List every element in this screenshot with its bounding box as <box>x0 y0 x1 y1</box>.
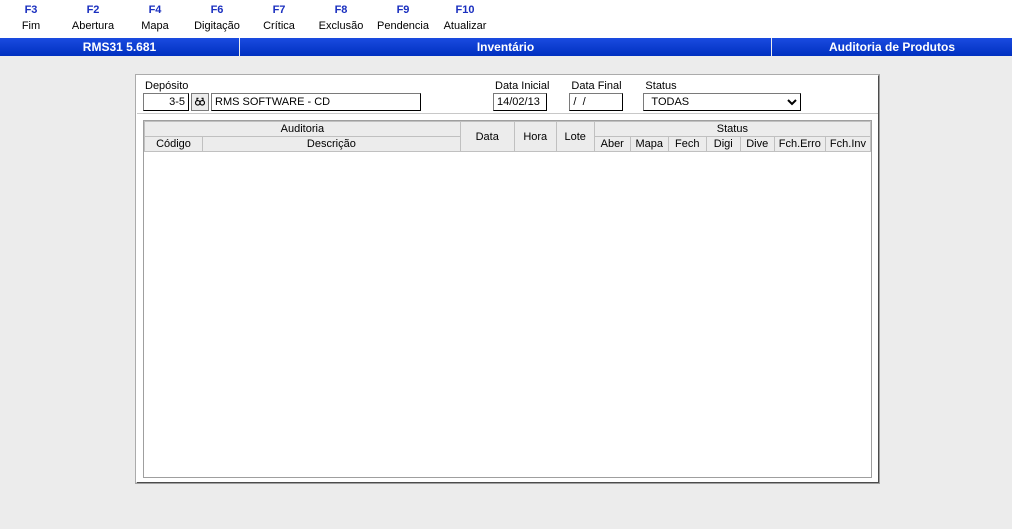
module-title: Inventário <box>240 38 772 56</box>
fkey-exclusao[interactable]: F8 Exclusão <box>310 4 372 32</box>
fkey-code: F3 <box>25 4 38 16</box>
grid-body[interactable] <box>144 152 871 476</box>
screen-title: Auditoria de Produtos <box>772 38 1012 56</box>
col-digi: Digi <box>706 137 740 152</box>
fkey-label: Crítica <box>263 20 295 32</box>
filters-row: Depósito Data Inicial Data Final Statu <box>137 76 878 114</box>
fkey-digitacao[interactable]: F6 Digitação <box>186 4 248 32</box>
deposito-label: Depósito <box>143 80 443 92</box>
fkey-code: F6 <box>211 4 224 16</box>
col-group-auditoria: Auditoria <box>145 122 461 137</box>
fkey-code: F4 <box>149 4 162 16</box>
panel: Depósito Data Inicial Data Final Statu <box>135 74 880 484</box>
fkey-label: Pendencia <box>377 20 429 32</box>
col-fech: Fech <box>668 137 706 152</box>
fkey-code: F9 <box>397 4 410 16</box>
header-bar: RMS31 5.681 Inventário Auditoria de Prod… <box>0 38 1012 56</box>
fkey-code: F2 <box>87 4 100 16</box>
deposito-code-input[interactable] <box>143 93 189 111</box>
col-aber: Aber <box>594 137 630 152</box>
fkey-atualizar[interactable]: F10 Atualizar <box>434 4 496 32</box>
app-version: RMS31 5.681 <box>0 38 240 56</box>
col-data: Data <box>460 122 514 152</box>
col-descricao: Descrição <box>203 137 461 152</box>
fkey-code: F8 <box>335 4 348 16</box>
col-dive: Dive <box>740 137 774 152</box>
fkey-label: Digitação <box>194 20 240 32</box>
fkey-pendencia[interactable]: F9 Pendencia <box>372 4 434 32</box>
fkey-abertura[interactable]: F2 Abertura <box>62 4 124 32</box>
status-select[interactable]: TODAS <box>643 93 801 111</box>
status-label: Status <box>643 80 801 92</box>
col-lote: Lote <box>556 122 594 152</box>
main-area: Depósito Data Inicial Data Final Statu <box>0 56 1012 484</box>
col-group-status: Status <box>594 122 870 137</box>
fkey-mapa[interactable]: F4 Mapa <box>124 4 186 32</box>
col-fchinv: Fch.Inv <box>825 137 870 152</box>
lookup-icon[interactable] <box>191 93 209 111</box>
grid-table: Auditoria Data Hora Lote Status Código D… <box>144 121 871 152</box>
data-grid[interactable]: Auditoria Data Hora Lote Status Código D… <box>143 120 872 478</box>
fkey-code: F7 <box>273 4 286 16</box>
fkey-label: Atualizar <box>444 20 487 32</box>
data-inicial-label: Data Inicial <box>493 80 549 92</box>
fkey-label: Exclusão <box>319 20 364 32</box>
col-codigo: Código <box>145 137 203 152</box>
deposito-desc-input[interactable] <box>211 93 421 111</box>
col-mapa: Mapa <box>630 137 668 152</box>
data-inicial-input[interactable] <box>493 93 547 111</box>
fkey-critica[interactable]: F7 Crítica <box>248 4 310 32</box>
col-fcherro: Fch.Erro <box>774 137 825 152</box>
fkey-fim[interactable]: F3 Fim <box>0 4 62 32</box>
data-final-label: Data Final <box>569 80 623 92</box>
data-final-input[interactable] <box>569 93 623 111</box>
fkey-label: Abertura <box>72 20 114 32</box>
fkey-label: Mapa <box>141 20 169 32</box>
col-hora: Hora <box>514 122 556 152</box>
function-key-bar: F3 Fim F2 Abertura F4 Mapa F6 Digitação … <box>0 0 1012 38</box>
fkey-label: Fim <box>22 20 40 32</box>
fkey-code: F10 <box>456 4 475 16</box>
